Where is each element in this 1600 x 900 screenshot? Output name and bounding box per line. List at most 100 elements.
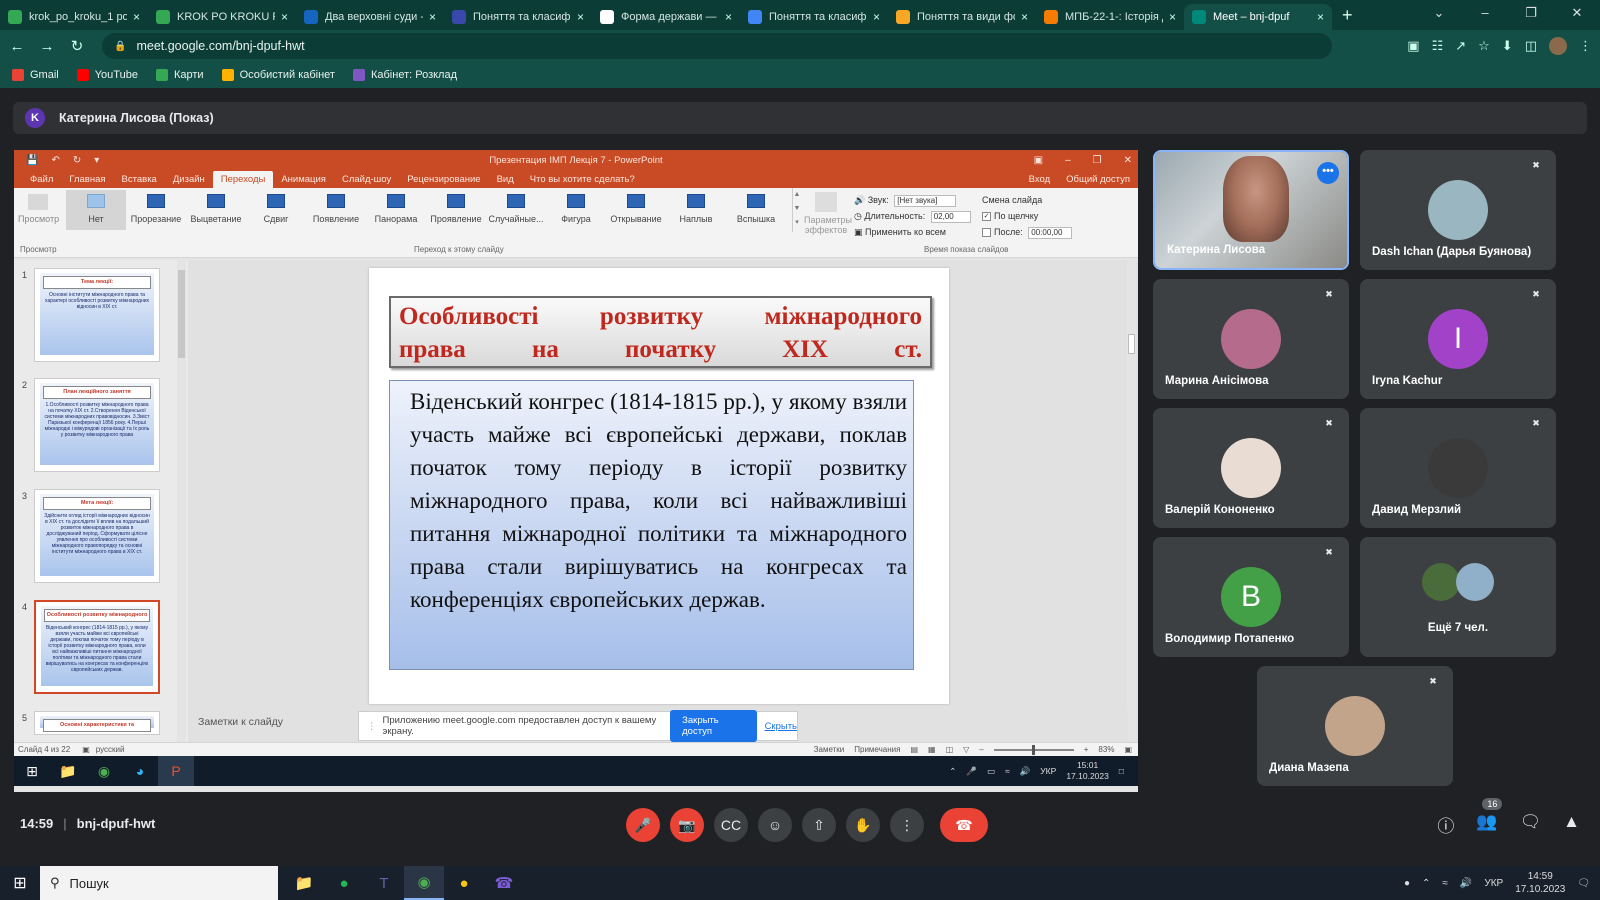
tray-chevron-icon[interactable]: ⌃ — [1422, 878, 1430, 889]
volume-icon[interactable]: 🔊 — [1460, 878, 1472, 889]
profile-avatar[interactable] — [1549, 37, 1567, 55]
zoom-in-icon[interactable]: + — [1084, 745, 1089, 754]
share-icon[interactable]: ↗ — [1455, 38, 1466, 54]
transition-option[interactable]: Открывание — [606, 190, 666, 230]
notification-icon[interactable]: 🗨 — [1577, 878, 1590, 889]
hide-notice-link[interactable]: Скрыть — [765, 721, 797, 732]
after-checkbox[interactable] — [982, 228, 991, 238]
app-icon[interactable]: ● — [444, 866, 484, 900]
tab-close-icon[interactable]: × — [281, 10, 288, 24]
normal-view-icon[interactable]: ▤ — [910, 745, 918, 754]
thumbs-scrollbar[interactable] — [177, 260, 186, 742]
slideshow-icon[interactable]: ▽ — [963, 745, 969, 754]
sorter-view-icon[interactable]: ▦ — [928, 745, 936, 754]
restore-icon[interactable]: ❐ — [1093, 155, 1102, 166]
ppt-tab[interactable]: Вставка — [114, 174, 165, 188]
participant-tile[interactable]: ✖ Давид Мерзлий — [1360, 408, 1556, 528]
star-icon[interactable]: ☆ — [1478, 38, 1490, 54]
participant-tile[interactable]: ✖ Диана Мазепа — [1257, 666, 1453, 786]
ppt-tab[interactable]: Файл — [22, 174, 61, 188]
status-language[interactable]: русский — [96, 745, 125, 754]
browser-tab[interactable]: Поняття та класифік × — [444, 4, 592, 30]
browser-tab[interactable]: Форма держави — В × — [592, 4, 740, 30]
reload-icon[interactable]: ↻ — [64, 37, 90, 55]
effect-options-button[interactable]: Параметры эффектов — [804, 192, 852, 235]
bookmark-item[interactable]: Карти — [155, 69, 204, 81]
on-click-checkbox[interactable]: ✓ По щелчку — [982, 208, 1072, 224]
gallery-scroll[interactable]: ▲ ▼ ▾ — [792, 188, 801, 232]
fit-slide-icon[interactable]: ▣ — [1124, 745, 1132, 754]
zoom-slider[interactable] — [993, 744, 1074, 755]
browser-tab[interactable]: Два верховні суди - × — [296, 4, 444, 30]
transition-option[interactable]: Проявление — [426, 190, 486, 230]
ppt-tab[interactable]: Переходы — [212, 171, 274, 188]
people-button[interactable]: 👥 16 — [1476, 798, 1503, 837]
edge-icon[interactable]: ◕ — [122, 756, 158, 786]
start-button-icon[interactable]: ⊞ — [0, 873, 40, 893]
zoom-out-icon[interactable]: – — [979, 745, 983, 754]
browser-tab[interactable]: krok_po_kroku_1 pod × — [0, 4, 148, 30]
slide-thumbnail[interactable]: План лекційного заняття 1.Особливості роз… — [34, 378, 160, 472]
tab-search-icon[interactable]: ⌄ — [1416, 0, 1462, 30]
tab-close-icon[interactable]: × — [1317, 10, 1324, 24]
windows-start-icon[interactable]: ⊞ — [14, 756, 50, 786]
minimize-icon[interactable]: – — [1462, 0, 1508, 30]
spellcheck-icon[interactable]: ▣ — [82, 745, 90, 754]
slide-thumbnail[interactable]: Мета лекції: Здійснити огляд історії міжн… — [34, 489, 160, 583]
close-icon[interactable]: ✕ — [1124, 155, 1132, 166]
sign-in-link[interactable]: Вход — [1021, 174, 1059, 188]
stop-sharing-button[interactable]: Закрыть доступ — [670, 710, 757, 742]
transition-option[interactable]: Панорама — [366, 190, 426, 230]
tab-close-icon[interactable]: × — [1169, 10, 1176, 24]
thumbs-scroll-thumb[interactable] — [178, 270, 185, 358]
tab-close-icon[interactable]: × — [1021, 10, 1028, 24]
bookmark-item[interactable]: YouTube — [76, 69, 138, 81]
bookmark-item[interactable]: Gmail — [12, 69, 59, 81]
lock-icon[interactable]: 🔒 — [114, 41, 126, 52]
transition-option[interactable]: Появление — [306, 190, 366, 230]
browser-tab[interactable]: Поняття та види фор × — [888, 4, 1036, 30]
tray-chevron-icon[interactable]: ⌃ — [949, 766, 956, 777]
transition-option[interactable]: Фигура — [546, 190, 606, 230]
taskbar-clock[interactable]: 14:59 17.10.2023 — [1515, 870, 1565, 896]
tab-close-icon[interactable]: × — [873, 10, 880, 24]
reading-view-icon[interactable]: ◫ — [946, 745, 954, 754]
spotify-icon[interactable]: ● — [324, 866, 364, 900]
restore-icon[interactable]: ❐ — [1508, 0, 1554, 30]
taskbar-lang[interactable]: УКР — [1484, 878, 1503, 889]
ppt-tab[interactable]: Что вы хотите сделать? — [522, 174, 643, 188]
slide-thumbnail[interactable]: Основні характеристики та особливості Ві… — [34, 711, 160, 735]
raise-hand-button[interactable]: ✋ — [846, 808, 880, 842]
sidepanel-icon[interactable]: ◫ — [1525, 38, 1537, 54]
more-options-button[interactable]: ⋮ — [890, 808, 924, 842]
taskbar-search[interactable]: ⚲ Пошук — [40, 866, 278, 900]
camera-off-button[interactable]: 📷 — [670, 808, 704, 842]
bookmark-item[interactable]: Особистий кабінет — [221, 69, 335, 81]
zoom-level[interactable]: 83% — [1098, 745, 1114, 754]
slide-thumbnail[interactable]: Особливості розвитку міжнародного права … — [34, 600, 160, 694]
participant-tile[interactable]: I ✖ Iryna Kachur — [1360, 279, 1556, 399]
emoji-button[interactable]: ☺ — [758, 808, 792, 842]
slide-thumbnail[interactable]: Тема лекції: Основні інститути міжнародно… — [34, 268, 160, 362]
ppt-tab[interactable]: Анимация — [273, 174, 334, 188]
share-link[interactable]: Общий доступ — [1058, 174, 1138, 188]
present-button[interactable]: ⇧ — [802, 808, 836, 842]
leave-call-button[interactable]: ☎ — [940, 808, 988, 842]
more-options-icon[interactable]: ••• — [1317, 162, 1339, 184]
current-slide[interactable]: Особливості розвитку міжнародного права на п… — [369, 268, 949, 704]
back-icon[interactable]: ← — [4, 38, 30, 55]
chrome-icon[interactable]: ◉ — [404, 866, 444, 900]
sound-select[interactable]: [Нет звука] — [894, 194, 957, 207]
tab-close-icon[interactable]: × — [577, 10, 584, 24]
browser-tab[interactable]: МПБ-22-1-: Історія д × — [1036, 4, 1184, 30]
mic-off-button[interactable]: 🎤 — [626, 808, 660, 842]
chrome-icon[interactable]: ◉ — [86, 756, 122, 786]
new-tab-icon[interactable]: + — [1342, 5, 1353, 26]
browser-tab[interactable]: Поняття та класифік × — [740, 4, 888, 30]
ppt-tab[interactable]: Вид — [489, 174, 522, 188]
transition-option[interactable]: Случайные... — [486, 190, 546, 230]
browser-tab[interactable]: KROK PO KROKU PO × — [148, 4, 296, 30]
close-icon[interactable]: ✕ — [1554, 0, 1600, 30]
chat-icon[interactable]: 🗨 — [1520, 812, 1542, 837]
ppt-tab[interactable]: Главная — [61, 174, 113, 188]
